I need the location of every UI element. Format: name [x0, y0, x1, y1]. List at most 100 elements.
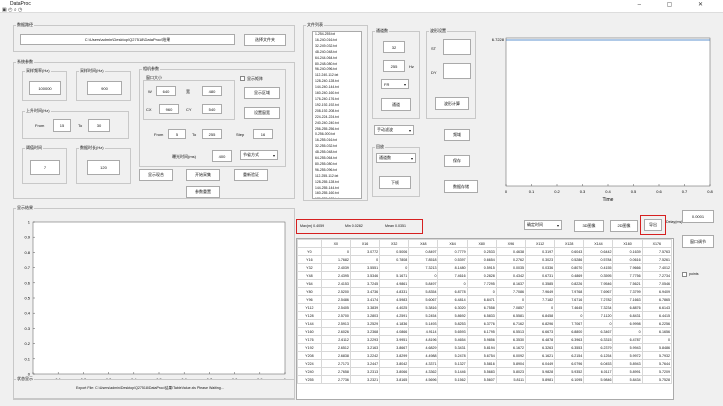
table-cell[interactable]: 7.9768	[554, 287, 585, 296]
table-cell[interactable]: 7.3213	[408, 263, 439, 272]
re-verify-button[interactable]: 重新验证	[234, 169, 268, 181]
table-cell[interactable]: 7.5621	[612, 279, 643, 288]
table-row[interactable]: Y96 2.5486 3.4174 4.5983 5.6067 6.4814 6.8471 0…	[297, 295, 673, 304]
table-row[interactable]: Y0 0 3.0772 0.5006 0.8497 0.7779 0.2533 0.4638 0…	[297, 247, 673, 256]
table-cell[interactable]: 0.7808	[379, 255, 410, 264]
table-cell[interactable]: 3.7245	[349, 279, 381, 288]
table-cell[interactable]: 5.9846	[583, 375, 614, 384]
column-header[interactable]: X96	[495, 239, 526, 248]
table-cell[interactable]: 5.6067	[408, 295, 439, 304]
dy-input[interactable]	[443, 63, 471, 79]
table-cell[interactable]: 2.6026	[320, 327, 351, 336]
table-cell[interactable]: 5.7528	[641, 375, 673, 384]
step-input[interactable]: 16	[253, 129, 273, 139]
row-header[interactable]: Y96	[297, 295, 322, 304]
table-row[interactable]: Y192 2.6512 3.2163 3.8667 4.6829 5.3431 5.8194…	[297, 343, 673, 352]
table-cell[interactable]: 6.2154	[554, 351, 585, 360]
table-cell[interactable]: 8.1637	[495, 279, 526, 288]
table-cell[interactable]: 0.5397	[437, 255, 468, 264]
table-cell[interactable]: 7.7086	[495, 287, 526, 296]
row-header[interactable]: Y80	[297, 287, 322, 296]
table-cell[interactable]: 6.9998	[612, 319, 643, 328]
select-folder-button[interactable]: 选择文件夹	[244, 34, 286, 46]
table-cell[interactable]: 7.6716	[554, 295, 585, 304]
table-cell[interactable]: 5.5607	[466, 375, 497, 384]
table-cell[interactable]: 3.2368	[349, 327, 381, 336]
mode-select[interactable]: 节省方式	[240, 150, 278, 160]
column-header[interactable]: X48	[408, 239, 439, 248]
table-cell[interactable]: 0.0336	[524, 263, 556, 272]
column-header[interactable]: X80	[466, 239, 497, 248]
to2-input[interactable]: 255	[202, 129, 222, 139]
table-cell[interactable]: 0.2828	[466, 271, 497, 280]
table-cell[interactable]: 6.3776	[466, 319, 497, 328]
table-cell[interactable]: 0.8070	[554, 263, 585, 272]
row-header[interactable]: Y240	[297, 367, 322, 376]
to-input[interactable]: 30	[88, 119, 110, 132]
table-cell[interactable]: 7.0857	[495, 303, 526, 312]
table-cell[interactable]: 6.0449	[524, 359, 556, 368]
table-cell[interactable]: 6.3553	[554, 343, 585, 352]
table-cell[interactable]: 6.1621	[524, 351, 556, 360]
table-cell[interactable]: 2.4153	[320, 279, 351, 288]
row-header[interactable]: Y176	[297, 335, 322, 344]
table-cell[interactable]: 7.4012	[641, 263, 673, 272]
table-cell[interactable]: 6.4787	[612, 335, 643, 344]
table-cell[interactable]: 5.9856	[466, 335, 497, 344]
table-cell[interactable]: 2.5913	[320, 319, 351, 328]
table-cell[interactable]: 6.4415	[641, 311, 673, 320]
table-cell[interactable]: 4.0866	[379, 327, 410, 336]
table-row[interactable]: Y16 1.7682 0 0.7808 7.8518 0.5397 0.6654 0.2762…	[297, 255, 673, 264]
table-cell[interactable]: 0.6442	[583, 247, 614, 256]
table-cell[interactable]: 0.3023	[524, 255, 556, 264]
table-cell[interactable]: 6.1795	[466, 327, 497, 336]
fft-button[interactable]: 频域	[444, 129, 470, 141]
table-cell[interactable]: 3.2447	[349, 359, 381, 368]
sample-rate-input[interactable]: 100000	[29, 81, 61, 95]
column-header[interactable]	[297, 239, 322, 248]
table-cell[interactable]: 6.6673	[524, 327, 556, 336]
from2-input[interactable]: 5	[168, 129, 186, 139]
table-cell[interactable]: 0.0035	[495, 263, 526, 272]
table-cell[interactable]: 2.4395	[320, 271, 351, 280]
table-cell[interactable]: 0.0616	[612, 255, 643, 264]
channel-select[interactable]: FR	[381, 79, 409, 89]
table-cell[interactable]: 0	[408, 271, 439, 280]
row-header[interactable]: Y192	[297, 343, 322, 352]
table-cell[interactable]: 6.0117	[583, 367, 614, 376]
table-cell[interactable]: 5.8194	[466, 343, 497, 352]
table-cell[interactable]: 3.8667	[379, 343, 410, 352]
table-cell[interactable]: 0	[349, 255, 381, 264]
table-cell[interactable]: 6.5581	[495, 311, 526, 320]
row-header[interactable]: Y32	[297, 263, 322, 272]
table-cell[interactable]: 2.5700	[320, 311, 351, 320]
row-header[interactable]: Y208	[297, 351, 322, 360]
table-cell[interactable]: 2.7173	[320, 359, 351, 368]
table-cell[interactable]: 7.2734	[641, 271, 673, 280]
data-table[interactable]: X0 X16 X32 X48 X64 X80 X96 X112 X128 X144 X160 X176…	[296, 238, 674, 400]
table-cell[interactable]: 7.1663	[612, 295, 643, 304]
table-cell[interactable]: 2.5486	[320, 295, 351, 304]
table-cell[interactable]: 5.8023	[495, 367, 526, 376]
column-header[interactable]: X0	[320, 239, 351, 248]
table-row[interactable]: Y240 2.7658 3.2313 3.8066 4.3362 5.1446 5.5683…	[297, 367, 673, 376]
table-cell[interactable]: 7.5261	[641, 255, 673, 264]
table-cell[interactable]: 2.7658	[320, 367, 351, 376]
table-cell[interactable]: 5.6593	[437, 327, 468, 336]
table-cell[interactable]: 0.1639	[612, 247, 643, 256]
table-cell[interactable]: 5.5683	[466, 367, 497, 376]
column-header[interactable]: X32	[379, 239, 410, 248]
table-cell[interactable]: 6.3263	[524, 343, 556, 352]
waveform-calc-button[interactable]: 波形计算	[435, 97, 469, 110]
channel-button[interactable]: 通道	[381, 98, 411, 111]
file-list[interactable]: 1-254-255.txt 16-240-016.txt 32-249-032.tx…	[312, 31, 362, 199]
table-cell[interactable]: 6.0453	[583, 359, 614, 368]
table-cell[interactable]: 7.7182	[524, 295, 556, 304]
table-row[interactable]: Y80 2.5200 3.4736 4.8331 5.8354 6.8778 0 7.7086…	[297, 287, 673, 296]
exposure-input[interactable]: 400	[212, 150, 232, 162]
table-row[interactable]: Y144 2.5913 3.2529 4.1836 5.1493 5.8253 6.3776…	[297, 319, 673, 328]
table-cell[interactable]: 6.1254	[583, 351, 614, 360]
table-cell[interactable]: 7.6967	[583, 287, 614, 296]
table-cell[interactable]: 6.3530	[495, 335, 526, 344]
table-cell[interactable]: 6.7162	[495, 319, 526, 328]
